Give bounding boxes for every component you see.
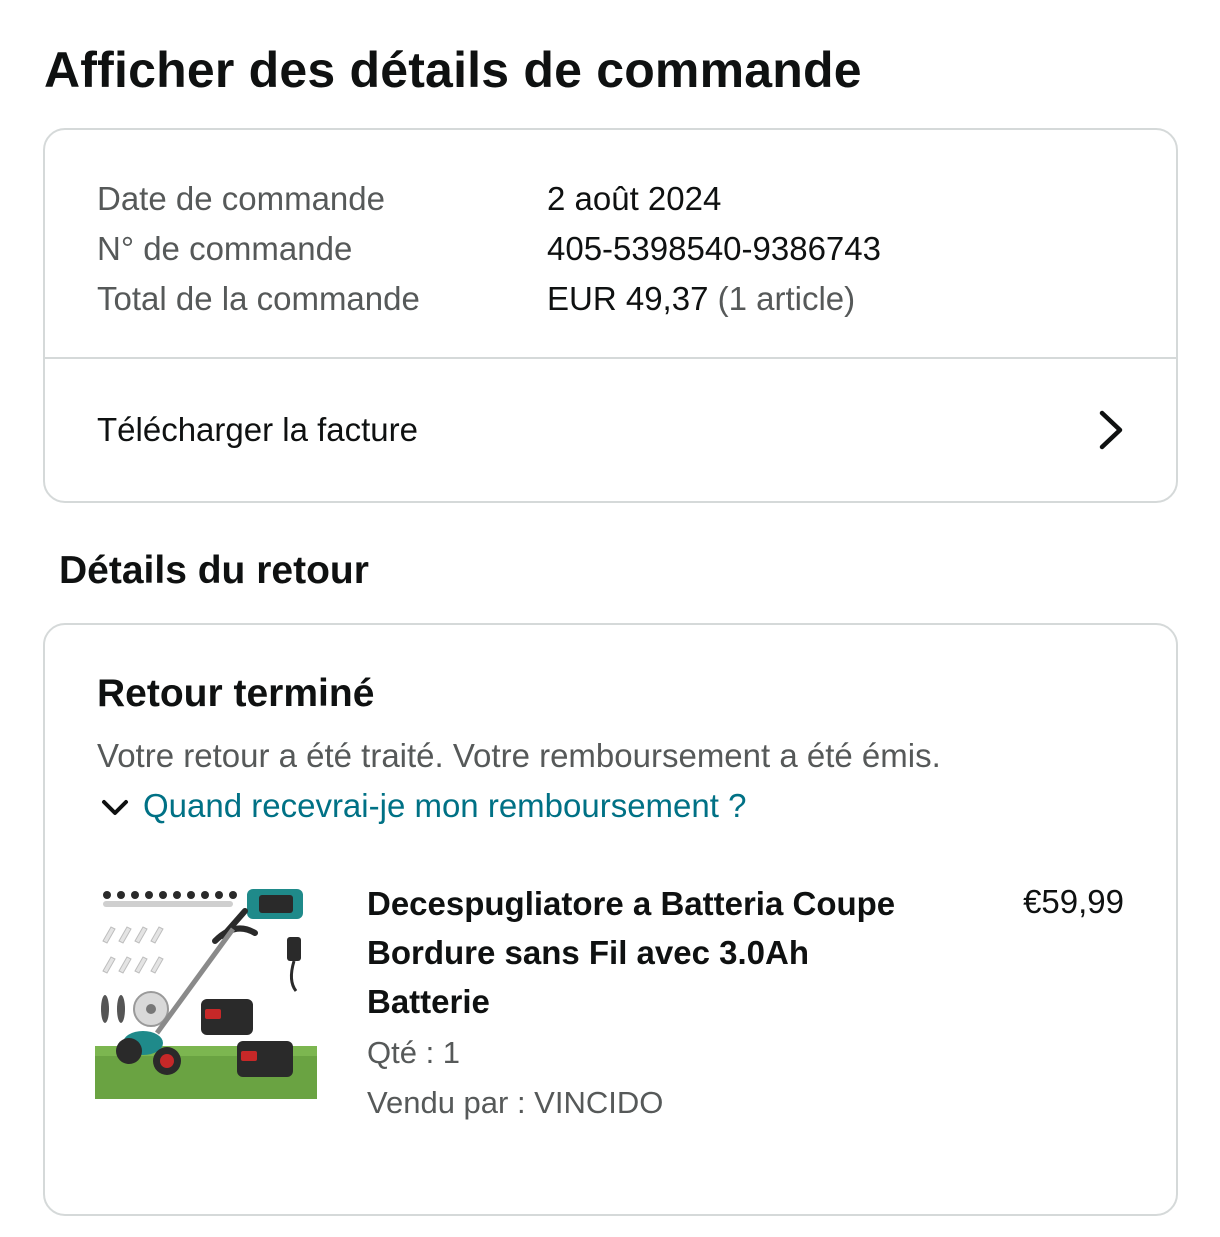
order-total-value: EUR 49,37 (1 article) [547,280,855,318]
return-section-title: Détails du retour [59,549,369,592]
order-date-value: 2 août 2024 [547,180,722,217]
return-status-heading: Retour terminé [97,672,375,715]
chevron-down-icon [102,800,128,815]
page-title: Afficher des détails de commande [44,42,862,98]
product-quantity: Qté : 1 [367,1035,461,1070]
product-title-link[interactable]: Decespugliatore a Batteria Coupe Bordure… [367,879,927,1026]
order-total-label: Total de la commande [97,280,420,317]
chevron-right-icon [1099,410,1123,450]
order-date-label: Date de commande [97,180,385,217]
product-thumbnail[interactable] [95,881,317,1099]
product-price: €59,99 [1023,883,1124,920]
download-invoice-label: Télécharger la facture [97,411,418,448]
order-total-amount: EUR 49,37 [547,280,709,317]
order-total-row: Total de la commande EUR 49,37 (1 articl… [97,274,1176,324]
download-invoice-button[interactable]: Télécharger la facture [45,359,1176,501]
order-summary: Date de commande 2 août 2024 N° de comma… [45,130,1176,324]
order-date-row: Date de commande 2 août 2024 [97,174,1176,224]
refund-link-label: Quand recevrai-je mon remboursement ? [143,787,747,824]
order-number-value: 405-5398540-9386743 [547,230,881,267]
order-details-page: Afficher des détails de commande Date de… [0,0,1220,1237]
product-seller: Vendu par : VINCIDO [367,1085,664,1120]
order-number-label: N° de commande [97,230,353,267]
refund-timing-link[interactable]: Quand recevrai-je mon remboursement ? [97,785,746,827]
return-status-message: Votre retour a été traité. Votre rembour… [97,737,941,774]
order-summary-card: Date de commande 2 août 2024 N° de comma… [43,128,1178,503]
order-number-row: N° de commande 405-5398540-9386743 [97,224,1176,274]
product-info: Decespugliatore a Batteria Coupe Bordure… [367,879,927,1128]
return-details-card: Retour terminé Votre retour a été traité… [43,623,1178,1216]
order-item-count: (1 article) [708,280,856,317]
